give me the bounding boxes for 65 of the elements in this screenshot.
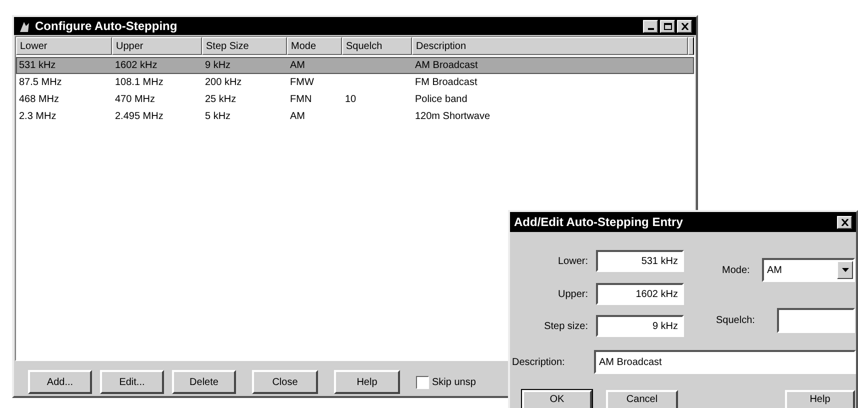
- dialog-button[interactable]: OK: [522, 390, 592, 408]
- minimize-button[interactable]: [643, 20, 658, 32]
- column-header[interactable]: Mode: [287, 37, 342, 55]
- input-field[interactable]: 531 kHz: [596, 250, 684, 272]
- column-header[interactable]: Squelch: [342, 37, 412, 55]
- action-button[interactable]: Add...: [28, 370, 92, 394]
- table-cell: FM Broadcast: [415, 77, 478, 88]
- table-cell: 2.3 MHz: [19, 111, 56, 122]
- table-cell: 108.1 MHz: [115, 77, 164, 88]
- table-cell: FMW: [290, 77, 314, 88]
- column-header[interactable]: Step Size: [202, 37, 287, 55]
- field-label: Lower:: [558, 255, 588, 269]
- action-button[interactable]: Close: [252, 370, 318, 394]
- input-field[interactable]: [777, 308, 855, 333]
- maximize-button[interactable]: [660, 20, 675, 32]
- input-field[interactable]: 1602 kHz: [596, 283, 684, 305]
- table-cell: FMN: [290, 94, 312, 105]
- dialog-button[interactable]: Cancel: [606, 390, 678, 408]
- minimize-icon: [648, 28, 654, 30]
- field-label: Mode:: [722, 264, 750, 278]
- column-header[interactable]: Upper: [112, 37, 202, 55]
- table-cell: 9 kHz: [205, 60, 231, 71]
- field-label: Description:: [512, 356, 565, 370]
- table-cell: 200 kHz: [205, 77, 242, 88]
- table-cell: 531 kHz: [19, 60, 56, 71]
- checkbox-label: Skip unsp: [432, 376, 476, 390]
- dropdown-value: AM: [767, 264, 783, 278]
- app-icon: [18, 20, 31, 32]
- table-cell: 5 kHz: [205, 111, 231, 122]
- list-row[interactable]: 87.5 MHz 108.1 MHz 200 kHz FMW FM Broadcast: [16, 74, 694, 91]
- field-label: Step size:: [544, 320, 588, 334]
- table-cell: 87.5 MHz: [19, 77, 62, 88]
- table-cell: 10: [345, 94, 356, 105]
- action-button[interactable]: Delete: [172, 370, 236, 394]
- dialog-title: Add/Edit Auto-Stepping Entry: [514, 214, 684, 231]
- table-cell: 1602 kHz: [115, 60, 158, 71]
- table-cell: 25 kHz: [205, 94, 236, 105]
- table-cell: 470 MHz: [115, 94, 156, 105]
- table-cell: AM Broadcast: [415, 60, 478, 71]
- list-row[interactable]: 468 MHz 470 MHz 25 kHz FMN 10 Police band: [16, 91, 694, 108]
- window-title: Configure Auto-Stepping: [35, 18, 178, 35]
- field-label: Upper:: [558, 288, 588, 302]
- close-button[interactable]: [837, 216, 852, 228]
- table-cell: 2.495 MHz: [115, 111, 164, 122]
- table-cell: 120m Shortwave: [415, 111, 490, 122]
- list-row[interactable]: 531 kHz 1602 kHz 9 kHz AM AM Broadcast: [16, 57, 694, 74]
- table-cell: Police band: [415, 94, 468, 105]
- maximize-icon: [664, 22, 672, 30]
- column-header[interactable]: Description: [412, 37, 688, 55]
- mode-dropdown[interactable]: AM: [762, 258, 855, 282]
- field-label: Squelch:: [716, 314, 755, 328]
- table-cell: AM: [290, 111, 305, 122]
- action-button[interactable]: Edit...: [100, 370, 164, 394]
- list-row[interactable]: 2.3 MHz 2.495 MHz 5 kHz AM 120m Shortwave: [16, 108, 694, 125]
- close-icon: [840, 218, 848, 226]
- action-button[interactable]: Help: [334, 370, 400, 394]
- input-field[interactable]: AM Broadcast: [594, 350, 856, 374]
- dialog-button[interactable]: Help: [785, 390, 855, 408]
- close-icon: [680, 22, 688, 30]
- column-header[interactable]: Lower: [16, 37, 112, 55]
- table-cell: AM: [290, 60, 305, 71]
- table-cell: 468 MHz: [19, 94, 60, 105]
- input-field[interactable]: 9 kHz: [596, 315, 684, 337]
- checkbox[interactable]: [416, 376, 429, 388]
- close-button[interactable]: [677, 20, 692, 32]
